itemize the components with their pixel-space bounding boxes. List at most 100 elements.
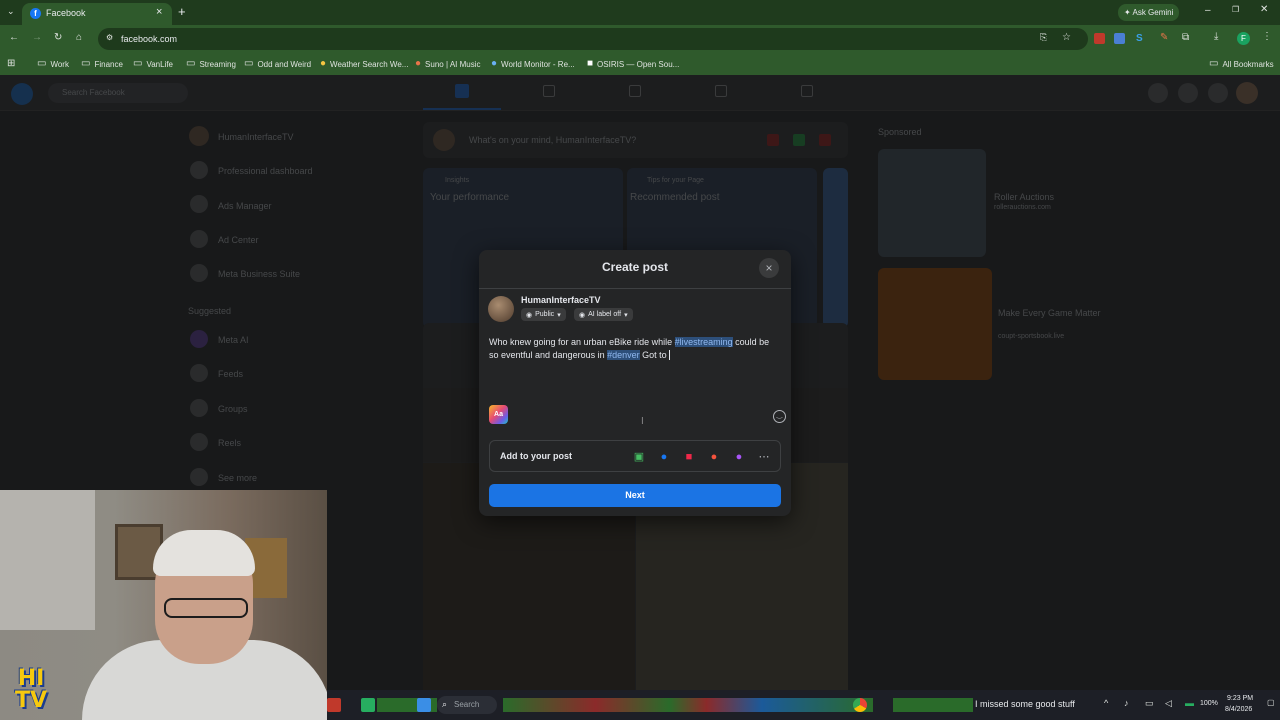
gif-icon[interactable]: ● <box>732 450 746 464</box>
minimize-icon[interactable]: – <box>1205 6 1211 16</box>
live-video-small-icon[interactable] <box>767 134 779 146</box>
folder-icon: ▭ <box>37 58 47 69</box>
back-icon[interactable]: ← <box>9 33 19 43</box>
text-background-button[interactable]: Aa <box>489 405 508 424</box>
ask-gemini-button[interactable]: ✦ Ask Gemini <box>1118 4 1180 21</box>
taskbar-search[interactable]: ⌕ Search <box>437 696 497 714</box>
ad-image-roller[interactable] <box>878 149 986 257</box>
bookmark-odd-and-weird[interactable]: ▭ Odd and Weird <box>244 57 311 71</box>
user-avatar <box>488 296 514 322</box>
apps-icon[interactable]: ⊞ <box>7 57 15 71</box>
tray-volume-icon[interactable]: ◁ <box>1165 699 1172 708</box>
post-text-editor[interactable]: Who knew going for an urban eBike ride w… <box>489 336 779 362</box>
notification-center-icon[interactable]: ▢ <box>1267 699 1275 707</box>
sidebar-item-profile[interactable]: HumanInterfaceTV <box>218 132 294 142</box>
tray-chevron-icon[interactable]: ^ <box>1104 699 1108 708</box>
sidebar-item-meta-ai[interactable]: Meta AI <box>218 335 249 345</box>
sidebar-item-dashboard[interactable]: Professional dashboard <box>218 166 313 176</box>
tab-search-icon[interactable]: ⌄ <box>7 7 15 16</box>
next-button[interactable]: Next <box>489 484 781 507</box>
tray-network-icon[interactable]: ▭ <box>1145 699 1154 708</box>
extension-translate-icon[interactable] <box>1114 33 1125 44</box>
sidebar-item-reels[interactable]: Reels <box>218 438 241 448</box>
download-icon[interactable]: ⤓ <box>1214 32 1218 42</box>
dashboard-tab-icon[interactable] <box>629 85 641 97</box>
sidebar-item-groups[interactable]: Groups <box>218 404 248 414</box>
taskbar-chrome-icon[interactable] <box>853 698 867 712</box>
calendar-tab-icon[interactable] <box>801 85 813 97</box>
address-bar[interactable]: ⚙ facebook.com ⎘ ☆ <box>98 28 1088 50</box>
tray-battery-icon[interactable]: ▬ <box>1185 699 1194 708</box>
hashtag-denver[interactable]: #denver <box>607 350 640 360</box>
browser-menu-icon[interactable]: ⋮ <box>1262 32 1272 42</box>
home-tab-icon[interactable] <box>455 84 469 98</box>
sidebar-item-business-suite[interactable]: Meta Business Suite <box>218 269 300 279</box>
extension-pen-icon[interactable]: ✎ <box>1160 32 1171 44</box>
profile-avatar[interactable]: F <box>1237 32 1250 45</box>
sidebar-item-ad-center[interactable]: Ad Center <box>218 235 259 245</box>
messages-tab-icon[interactable] <box>543 85 555 97</box>
groups-icon <box>190 399 208 417</box>
bookmark-finance[interactable]: ▭ Finance <box>81 57 123 71</box>
taskbar-app-1[interactable] <box>327 698 341 712</box>
live-video-icon[interactable]: ■ <box>682 450 696 464</box>
extension-adblock-icon[interactable] <box>1094 33 1105 44</box>
audience-selector[interactable]: ◉ Public ▾ <box>521 308 566 321</box>
bookmark-work[interactable]: ▭ Work <box>37 57 69 71</box>
sidebar-item-feeds[interactable]: Feeds <box>218 369 243 379</box>
bookmark-streaming[interactable]: ▭ Streaming <box>186 57 236 71</box>
close-dialog-button[interactable]: × <box>759 258 779 278</box>
messenger-icon[interactable] <box>1178 83 1198 103</box>
check-in-icon[interactable]: ● <box>707 450 721 464</box>
home-icon[interactable]: ⌂ <box>76 33 82 43</box>
bookmark-weather[interactable]: ● Weather Search We... <box>320 57 408 71</box>
bookmark-star-icon[interactable]: ☆ <box>1062 33 1071 43</box>
ai-label-selector[interactable]: ◉ AI label off ▾ <box>574 308 633 321</box>
search-icon: ⌕ <box>442 699 448 709</box>
composer-placeholder[interactable]: What's on your mind, HumanInterfaceTV? <box>469 135 636 145</box>
reload-icon[interactable]: ↻ <box>54 33 62 43</box>
clock-time[interactable]: 9:23 PM <box>1227 695 1253 702</box>
emoji-icon[interactable]: ‿ <box>773 410 786 423</box>
globe-icon: ● <box>491 58 498 69</box>
site-info-icon[interactable]: ⚙ <box>106 34 113 42</box>
ads-tab-icon[interactable] <box>715 85 727 97</box>
taskbar-search-label: Search <box>454 700 480 709</box>
ad-image-sportsbook[interactable] <box>878 268 992 380</box>
extension-s-icon[interactable]: S <box>1136 33 1147 44</box>
ad-title-sportsbook[interactable]: Make Every Game Matter <box>998 308 1101 318</box>
tray-mic-icon[interactable]: ♪ <box>1124 699 1129 708</box>
bookmark-suno[interactable]: ● Suno | AI Music <box>415 57 480 71</box>
facebook-search-input[interactable]: Search Facebook <box>48 83 188 103</box>
ad-title-roller[interactable]: Roller Auctions <box>994 192 1054 202</box>
clock-date[interactable]: 8/4/2026 <box>1225 706 1252 713</box>
install-app-icon[interactable]: ⎘ <box>1040 33 1047 42</box>
photo-video-icon[interactable]: ▣ <box>632 450 646 464</box>
sidebar-see-more[interactable]: See more <box>218 473 257 483</box>
windows-start-icon[interactable] <box>417 698 431 712</box>
bookmark-osiris[interactable]: ■ OSIRIS — Open Sou... <box>587 57 679 71</box>
tab-close-icon[interactable]: × <box>156 6 162 18</box>
tag-people-icon[interactable]: ● <box>657 450 671 464</box>
hashtag-livestreaming[interactable]: #livestreaming <box>674 337 733 347</box>
browser-tab-facebook[interactable]: f Facebook × <box>22 3 172 25</box>
window-close-icon[interactable]: ✕ <box>1260 5 1268 15</box>
forward-icon[interactable]: → <box>32 33 42 43</box>
extensions-icon[interactable]: ⧉ <box>1182 33 1189 43</box>
notifications-icon[interactable] <box>1208 83 1228 103</box>
more-icon[interactable]: ⋯ <box>757 450 771 464</box>
bookmark-vanlife[interactable]: ▭ VanLife <box>133 57 173 71</box>
sidebar-item-ads-manager[interactable]: Ads Manager <box>218 201 272 211</box>
menu-grid-icon[interactable] <box>1148 83 1168 103</box>
new-tab-button[interactable]: + <box>178 4 186 19</box>
account-avatar[interactable] <box>1236 82 1258 104</box>
maximize-icon[interactable]: ❐ <box>1232 6 1239 14</box>
ad-center-icon <box>190 230 208 248</box>
folder-icon: ▭ <box>133 58 143 69</box>
bookmark-world-monitor[interactable]: ● World Monitor - Re... <box>491 57 575 71</box>
all-bookmarks[interactable]: ▭ All Bookmarks <box>1209 57 1274 71</box>
photo-small-icon[interactable] <box>793 134 805 146</box>
story-card[interactable] <box>823 168 848 328</box>
reel-small-icon[interactable] <box>819 134 831 146</box>
taskbar-app-2[interactable] <box>361 698 375 712</box>
